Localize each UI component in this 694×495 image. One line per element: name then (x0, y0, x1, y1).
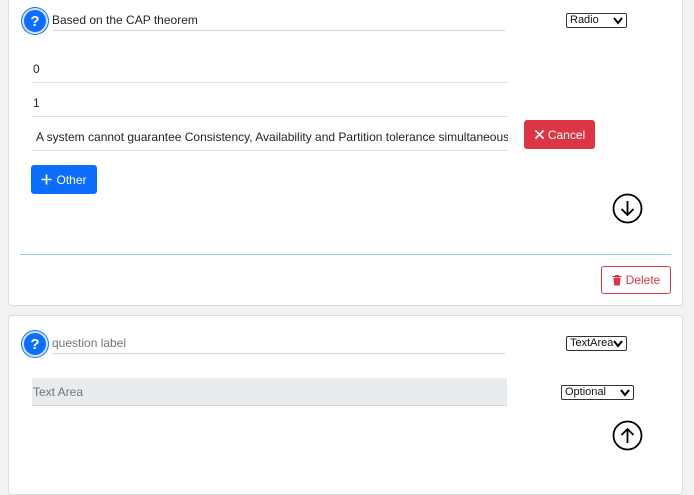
x-icon (534, 129, 544, 140)
cancel-label: Cancel (547, 127, 586, 142)
question-type-select[interactable]: TextArea (566, 336, 627, 351)
arrow-down-circle-icon[interactable] (612, 193, 643, 224)
question-label-field[interactable]: Based on the CAP theorem (52, 11, 505, 31)
delete-button[interactable]: Delete (601, 266, 671, 294)
add-other-button[interactable]: Other (31, 165, 97, 194)
trash-icon (612, 274, 622, 285)
question-icon: ? (22, 331, 48, 357)
delete-label: Delete (625, 273, 661, 287)
chevron-down-icon (620, 389, 630, 397)
question-type-value: Radio (570, 14, 599, 26)
option-input-0[interactable]: 0 (32, 59, 508, 83)
option-input-1[interactable]: 1 (32, 93, 508, 117)
textarea-preview: Text Area (32, 378, 507, 406)
other-label: Other (56, 172, 87, 187)
required-select[interactable]: Optional (561, 385, 634, 400)
question-type-value: TextArea (570, 337, 614, 349)
arrow-up-circle-icon[interactable] (612, 420, 643, 451)
chevron-down-icon (613, 340, 623, 348)
plus-icon (41, 174, 52, 185)
question-icon: ? (22, 8, 48, 34)
cancel-button[interactable]: Cancel (524, 120, 595, 149)
question-label-field[interactable]: question label (52, 334, 505, 354)
required-value: Optional (565, 386, 606, 398)
card-divider (20, 254, 671, 255)
chevron-down-icon (613, 17, 623, 25)
option-input-2[interactable]: A system cannot guarantee Consistency, A… (32, 127, 508, 151)
question-card-1: ? Based on the CAP theorem Radio 0 1 A s… (8, 0, 683, 306)
question-type-select[interactable]: Radio (566, 13, 627, 28)
question-card-2: ? question label TextArea Text Area Opti… (8, 315, 683, 495)
